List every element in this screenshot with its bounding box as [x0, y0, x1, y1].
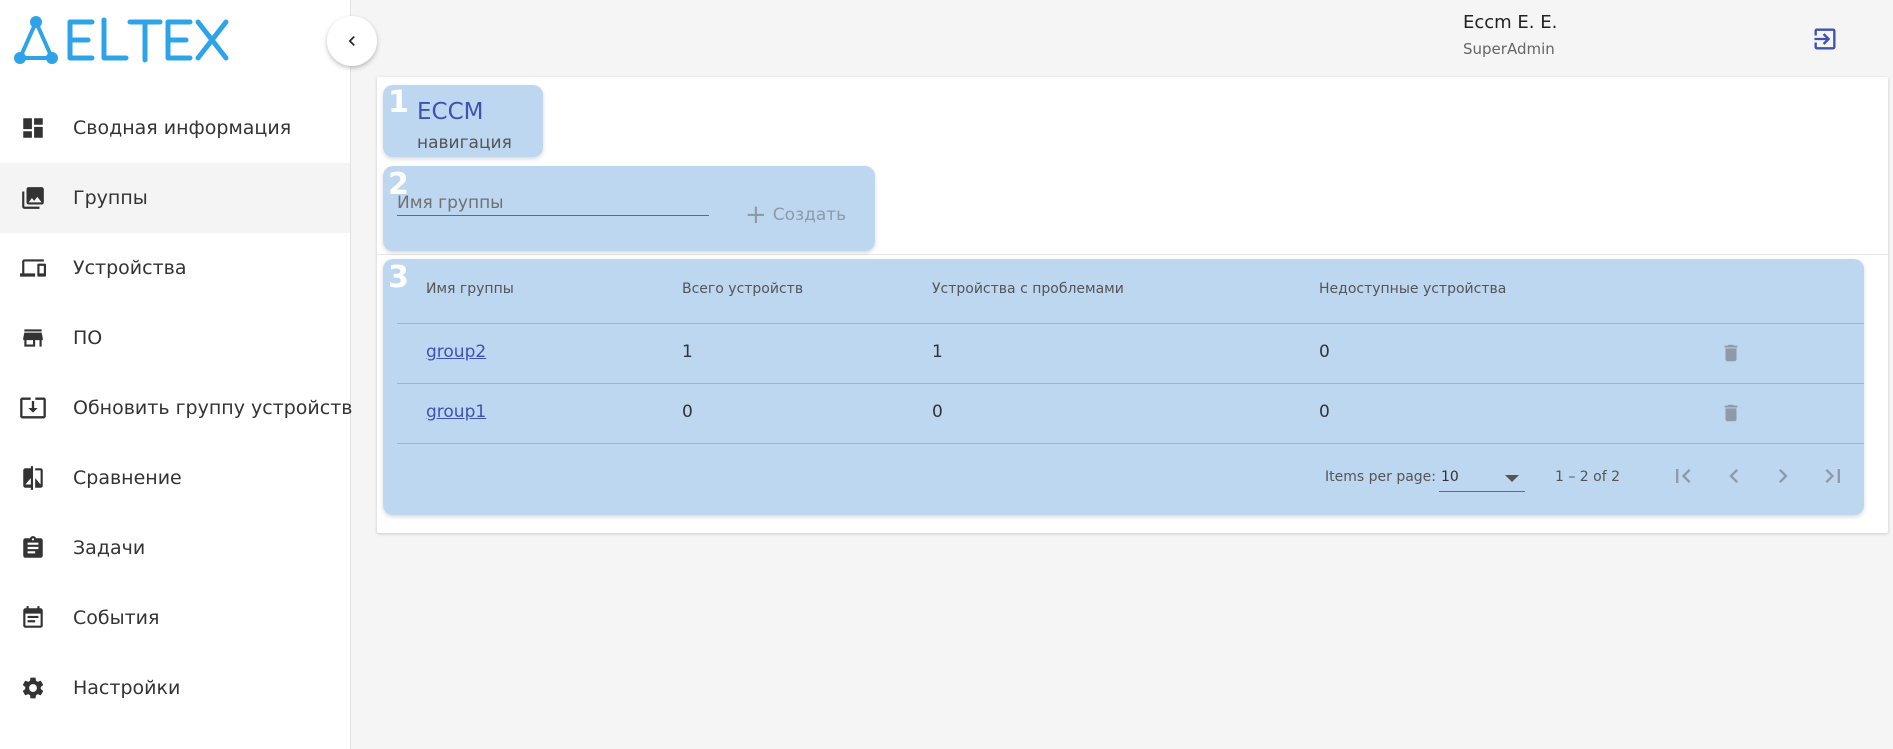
sidebar-item-label: ПО — [73, 327, 103, 349]
sidebar-item-update-group[interactable]: Обновить группу устройств — [0, 373, 353, 443]
row-divider — [397, 443, 1864, 444]
delete-icon[interactable] — [1720, 340, 1742, 366]
group-name-input[interactable] — [397, 190, 709, 216]
sidebar: Сводная информация Группы Устройства ПО … — [0, 0, 353, 749]
user-role: SuperAdmin — [1463, 40, 1555, 58]
divider — [377, 254, 1888, 255]
first-page-icon — [1676, 469, 1691, 483]
unavailable-devices-cell: 0 — [1319, 402, 1330, 422]
column-header-problems[interactable]: Устройства с проблемами — [932, 281, 1124, 297]
sidebar-item-software[interactable]: ПО — [0, 303, 350, 373]
sidebar-item-label: События — [73, 607, 160, 629]
store-icon — [19, 324, 47, 352]
create-group-block: 2 + Создать — [383, 166, 875, 251]
block-number: 1 — [388, 85, 409, 120]
chevron-left-icon — [348, 36, 355, 46]
row-divider — [397, 383, 1864, 384]
devices-icon — [19, 254, 47, 282]
items-per-page-select[interactable]: 10 — [1439, 464, 1525, 492]
problem-devices-cell: 0 — [932, 402, 943, 422]
last-page-icon — [1825, 469, 1840, 483]
plus-icon: + — [745, 200, 767, 230]
assignment-icon — [19, 534, 47, 562]
breadcrumb-title[interactable]: ECCM — [417, 99, 484, 125]
eltex-logo — [14, 16, 229, 64]
sidebar-item-devices[interactable]: Устройства — [0, 233, 350, 303]
last-page-button[interactable] — [1818, 461, 1848, 491]
previous-page-button[interactable] — [1719, 461, 1749, 491]
breadcrumb-subtitle: навигация — [417, 133, 512, 153]
next-page-button[interactable] — [1768, 461, 1798, 491]
sidebar-item-label: Устройства — [73, 257, 187, 279]
create-button-label: Создать — [772, 205, 847, 225]
block-number: 3 — [388, 260, 409, 295]
sidebar-item-summary[interactable]: Сводная информация — [0, 93, 350, 163]
sidebar-item-label: Сравнение — [73, 467, 182, 489]
chevron-right-icon — [1779, 469, 1788, 483]
group-link[interactable]: group1 — [426, 402, 486, 422]
row-divider — [397, 323, 1864, 324]
sidebar-item-groups[interactable]: Группы — [0, 163, 350, 233]
groups-table-block: 3 Имя группы Всего устройств Устройства … — [383, 259, 1864, 515]
event-note-icon — [19, 604, 47, 632]
delete-icon[interactable] — [1720, 400, 1742, 426]
collapse-sidebar-button[interactable] — [327, 16, 377, 66]
items-per-page-value: 10 — [1441, 469, 1459, 485]
items-per-page-label: Items per page: — [1325, 469, 1437, 485]
user-name: Eccm E. E. — [1463, 12, 1558, 33]
logout-icon[interactable] — [1811, 25, 1839, 53]
group-link[interactable]: group2 — [426, 342, 486, 362]
column-header-name[interactable]: Имя группы — [426, 281, 514, 297]
photo-library-icon — [19, 184, 47, 212]
column-header-unavailable[interactable]: Недоступные устройства — [1319, 281, 1506, 297]
sidebar-item-settings[interactable]: Настройки — [0, 653, 350, 723]
sidebar-item-label: Обновить группу устройств — [73, 397, 353, 419]
chevron-left-icon — [1729, 469, 1738, 483]
problem-devices-cell: 1 — [932, 342, 943, 362]
gear-icon — [19, 674, 47, 702]
pagination-range: 1 – 2 of 2 — [1555, 469, 1621, 485]
sidebar-nav: Сводная информация Группы Устройства ПО … — [0, 93, 353, 723]
column-header-total[interactable]: Всего устройств — [682, 281, 803, 297]
total-devices-cell: 0 — [682, 402, 693, 422]
navigation-block: 1 ECCM навигация — [383, 85, 543, 157]
sidebar-item-events[interactable]: События — [0, 583, 350, 653]
sidebar-item-compare[interactable]: Сравнение — [0, 443, 350, 513]
system-update-icon — [19, 394, 47, 422]
unavailable-devices-cell: 0 — [1319, 342, 1330, 362]
create-button[interactable]: + Создать — [745, 201, 846, 229]
sidebar-item-tasks[interactable]: Задачи — [0, 513, 350, 583]
sidebar-item-label: Сводная информация — [73, 117, 292, 139]
compare-icon — [19, 464, 47, 492]
first-page-button[interactable] — [1668, 461, 1698, 491]
sidebar-item-label: Настройки — [73, 677, 181, 699]
dropdown-arrow-icon — [1505, 475, 1519, 482]
sidebar-item-label: Группы — [73, 187, 148, 209]
total-devices-cell: 1 — [682, 342, 693, 362]
sidebar-item-label: Задачи — [73, 537, 146, 559]
dashboard-icon — [19, 114, 47, 142]
